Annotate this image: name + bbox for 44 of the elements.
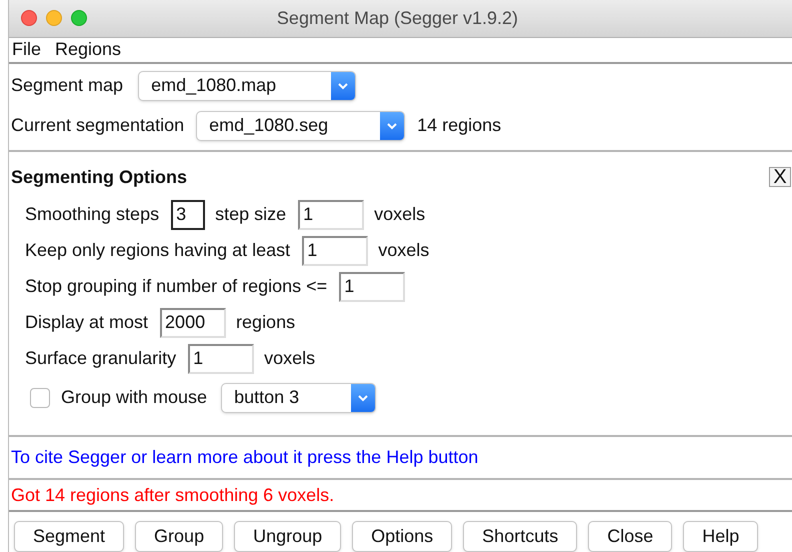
close-window-icon[interactable]: [21, 10, 37, 26]
option-label: regions: [236, 311, 296, 334]
action-button[interactable]: Options: [352, 520, 452, 552]
menu-item[interactable]: Regions: [55, 36, 122, 64]
field-label: Segment map: [11, 74, 124, 98]
option-label: Keep only regions having at least: [25, 239, 290, 262]
input-field[interactable]: 1: [302, 236, 368, 266]
status-message: Got 14 regions after smoothing 6 voxels.: [11, 484, 334, 507]
close-panel-button[interactable]: X: [769, 167, 791, 188]
input-field[interactable]: 3: [171, 200, 206, 230]
option-label: Surface granularity: [25, 347, 176, 370]
field-label: Current segmentation: [11, 114, 184, 138]
dropdown[interactable]: emd_1080.map: [138, 70, 356, 101]
chevron-down-icon: [386, 122, 398, 130]
option-label: step size: [215, 203, 286, 226]
checkbox-label: Group with mouse: [61, 386, 208, 410]
zoom-window-icon[interactable]: [71, 10, 87, 26]
option-label: voxels: [264, 347, 316, 370]
dropdown[interactable]: emd_1080.seg: [196, 110, 406, 141]
action-button[interactable]: Ungroup: [234, 520, 342, 552]
action-button[interactable]: Close: [588, 520, 672, 552]
option-label: voxels: [374, 203, 426, 226]
region-count: 14 regions: [417, 114, 502, 138]
checkbox[interactable]: [30, 388, 50, 408]
option-label: voxels: [378, 239, 430, 262]
option-label: Display at most: [25, 311, 148, 334]
chevron-down-icon: [357, 394, 370, 402]
menu-item[interactable]: File: [12, 36, 42, 64]
input-field[interactable]: 2000: [160, 308, 226, 338]
option-label: Stop grouping if number of regions <=: [25, 275, 328, 298]
action-button[interactable]: Group: [135, 520, 224, 552]
cite-message: To cite Segger or learn more about it press the Help button: [11, 446, 478, 469]
dropdown[interactable]: button 3: [221, 382, 376, 413]
option-label: Smoothing steps: [25, 203, 160, 226]
minimize-window-icon[interactable]: [46, 10, 62, 26]
chevron-down-icon: [337, 82, 350, 90]
action-button[interactable]: Shortcuts: [463, 520, 578, 552]
section-title: Segmenting Options: [11, 166, 188, 189]
window-title: Segment Map (Segger v1.9.2): [276, 6, 518, 30]
action-button[interactable]: Help: [683, 520, 758, 552]
action-button[interactable]: Segment: [14, 520, 124, 552]
input-field[interactable]: 1: [339, 272, 406, 302]
input-field[interactable]: 1: [298, 200, 364, 230]
input-field[interactable]: 1: [188, 344, 254, 374]
